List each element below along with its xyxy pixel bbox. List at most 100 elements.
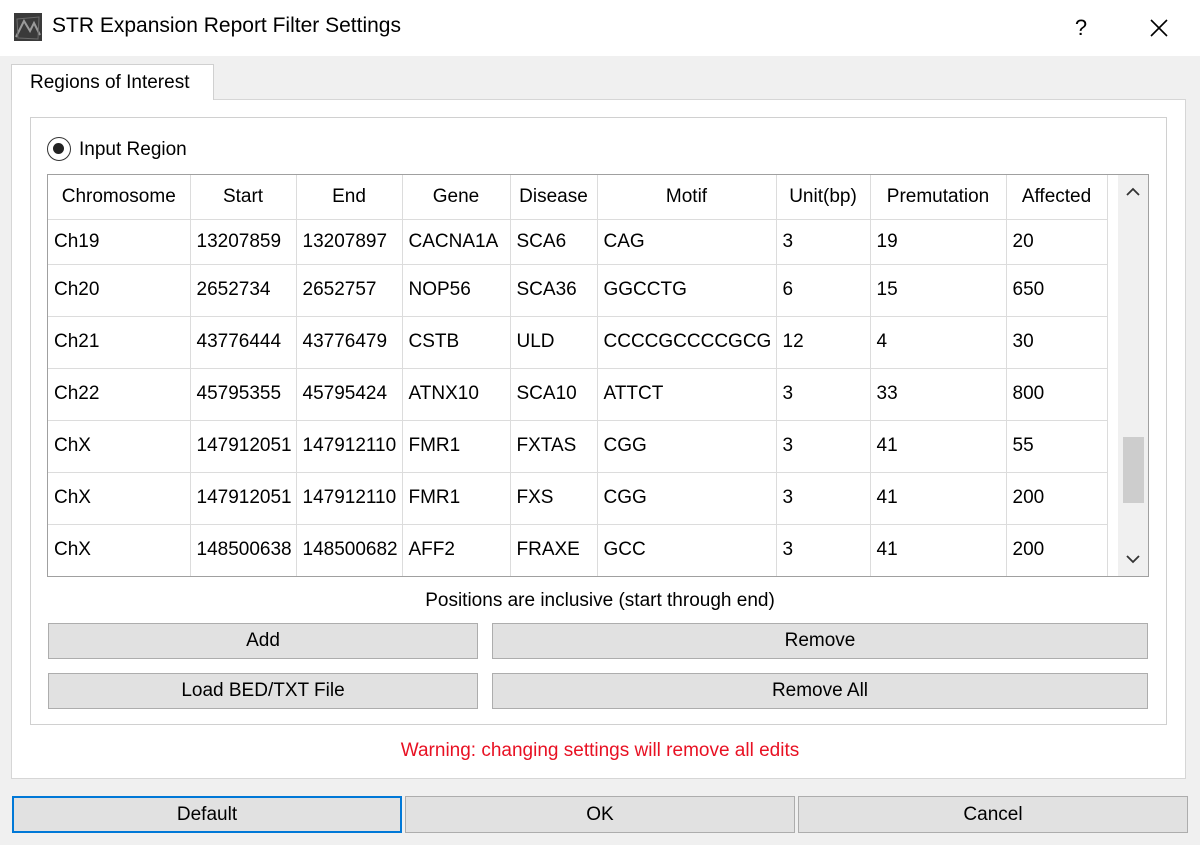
cell-end[interactable]: 147912110 xyxy=(296,420,403,473)
cell-motif[interactable]: GCC xyxy=(597,524,777,576)
cell-disease[interactable]: FXS xyxy=(510,472,598,525)
cell-end[interactable]: 147912110 xyxy=(296,472,403,525)
cell-end[interactable]: 2652757 xyxy=(296,264,403,317)
table-row[interactable]: ChX 147912051 147912110 FMR1 FXTAS CGG 3… xyxy=(48,420,1108,473)
table-row[interactable]: Ch19 13207859 13207897 CACNA1A SCA6 CAG … xyxy=(48,219,1108,265)
cell-gene[interactable]: ATNX10 xyxy=(402,368,511,421)
cell-unit[interactable]: 12 xyxy=(776,316,871,369)
cell-chromosome[interactable]: Ch22 xyxy=(48,368,191,421)
cell-end[interactable]: 43776479 xyxy=(296,316,403,369)
scroll-down-button[interactable] xyxy=(1118,542,1148,576)
title-bar: STR Expansion Report Filter Settings ? xyxy=(0,0,1200,56)
remove-all-button[interactable]: Remove All xyxy=(492,673,1148,709)
column-header-unit[interactable]: Unit(bp) xyxy=(776,175,871,220)
chevron-up-icon xyxy=(1126,187,1140,196)
cell-chromosome[interactable]: Ch19 xyxy=(48,219,191,265)
cell-premutation[interactable]: 19 xyxy=(870,219,1007,265)
cell-chromosome[interactable]: ChX xyxy=(48,524,191,576)
cell-disease[interactable]: SCA10 xyxy=(510,368,598,421)
tab-regions-of-interest[interactable]: Regions of Interest xyxy=(11,64,214,100)
column-header-gene[interactable]: Gene xyxy=(402,175,511,220)
cell-start[interactable]: 147912051 xyxy=(190,420,297,473)
cell-motif[interactable]: ATTCT xyxy=(597,368,777,421)
cell-gene[interactable]: NOP56 xyxy=(402,264,511,317)
window-title: STR Expansion Report Filter Settings xyxy=(52,14,401,37)
scroll-up-button[interactable] xyxy=(1118,175,1148,209)
table-vertical-scrollbar[interactable] xyxy=(1118,175,1148,576)
cell-motif[interactable]: CCCCGCCCCGCG xyxy=(597,316,777,369)
cell-end[interactable]: 13207897 xyxy=(296,219,403,265)
load-file-button[interactable]: Load BED/TXT File xyxy=(48,673,478,709)
cell-start[interactable]: 148500638 xyxy=(190,524,297,576)
regions-table: Chromosome Start End Gene Disease Motif … xyxy=(47,174,1149,577)
add-button[interactable]: Add xyxy=(48,623,478,659)
cell-unit[interactable]: 3 xyxy=(776,368,871,421)
column-header-start[interactable]: Start xyxy=(190,175,297,220)
cell-affected[interactable]: 200 xyxy=(1006,524,1108,576)
cell-chromosome[interactable]: ChX xyxy=(48,472,191,525)
cell-premutation[interactable]: 41 xyxy=(870,524,1007,576)
cell-chromosome[interactable]: Ch20 xyxy=(48,264,191,317)
cell-affected[interactable]: 650 xyxy=(1006,264,1108,317)
cell-motif[interactable]: CAG xyxy=(597,219,777,265)
column-header-chromosome[interactable]: Chromosome xyxy=(48,175,191,220)
cell-disease[interactable]: ULD xyxy=(510,316,598,369)
table-row[interactable]: ChX 148500638 148500682 AFF2 FRAXE GCC 3… xyxy=(48,524,1108,576)
table-row[interactable]: Ch22 45795355 45795424 ATNX10 SCA10 ATTC… xyxy=(48,368,1108,421)
cell-affected[interactable]: 20 xyxy=(1006,219,1108,265)
cell-affected[interactable]: 200 xyxy=(1006,472,1108,525)
table-header-row: Chromosome Start End Gene Disease Motif … xyxy=(48,175,1108,220)
cell-chromosome[interactable]: Ch21 xyxy=(48,316,191,369)
cell-premutation[interactable]: 33 xyxy=(870,368,1007,421)
cell-premutation[interactable]: 41 xyxy=(870,420,1007,473)
cell-motif[interactable]: GGCCTG xyxy=(597,264,777,317)
ok-button[interactable]: OK xyxy=(405,796,795,833)
cell-start[interactable]: 147912051 xyxy=(190,472,297,525)
cell-chromosome[interactable]: ChX xyxy=(48,420,191,473)
cell-end[interactable]: 45795424 xyxy=(296,368,403,421)
cell-gene[interactable]: CACNA1A xyxy=(402,219,511,265)
cell-affected[interactable]: 800 xyxy=(1006,368,1108,421)
cell-unit[interactable]: 3 xyxy=(776,472,871,525)
cell-gene[interactable]: FMR1 xyxy=(402,472,511,525)
cancel-button[interactable]: Cancel xyxy=(798,796,1188,833)
cell-gene[interactable]: AFF2 xyxy=(402,524,511,576)
cell-disease[interactable]: FRAXE xyxy=(510,524,598,576)
input-region-radio[interactable] xyxy=(47,137,71,161)
cell-gene[interactable]: FMR1 xyxy=(402,420,511,473)
cell-disease[interactable]: FXTAS xyxy=(510,420,598,473)
cell-end[interactable]: 148500682 xyxy=(296,524,403,576)
cell-gene[interactable]: CSTB xyxy=(402,316,511,369)
cell-unit[interactable]: 3 xyxy=(776,219,871,265)
cell-motif[interactable]: CGG xyxy=(597,472,777,525)
cell-affected[interactable]: 55 xyxy=(1006,420,1108,473)
help-button[interactable]: ? xyxy=(1056,0,1106,56)
scroll-thumb[interactable] xyxy=(1123,437,1144,503)
default-button[interactable]: Default xyxy=(12,796,402,833)
cell-start[interactable]: 45795355 xyxy=(190,368,297,421)
input-region-label[interactable]: Input Region xyxy=(79,139,187,161)
column-header-motif[interactable]: Motif xyxy=(597,175,777,220)
table-row[interactable]: Ch21 43776444 43776479 CSTB ULD CCCCGCCC… xyxy=(48,316,1108,369)
column-header-premutation[interactable]: Premutation xyxy=(870,175,1007,220)
table-row[interactable]: ChX 147912051 147912110 FMR1 FXS CGG 3 4… xyxy=(48,472,1108,525)
column-header-end[interactable]: End xyxy=(296,175,403,220)
cell-premutation[interactable]: 15 xyxy=(870,264,1007,317)
cell-unit[interactable]: 3 xyxy=(776,420,871,473)
remove-button[interactable]: Remove xyxy=(492,623,1148,659)
cell-premutation[interactable]: 41 xyxy=(870,472,1007,525)
cell-motif[interactable]: CGG xyxy=(597,420,777,473)
cell-disease[interactable]: SCA6 xyxy=(510,219,598,265)
cell-unit[interactable]: 3 xyxy=(776,524,871,576)
column-header-affected[interactable]: Affected xyxy=(1006,175,1108,220)
cell-start[interactable]: 43776444 xyxy=(190,316,297,369)
cell-premutation[interactable]: 4 xyxy=(870,316,1007,369)
cell-start[interactable]: 13207859 xyxy=(190,219,297,265)
close-button[interactable] xyxy=(1134,0,1184,56)
cell-start[interactable]: 2652734 xyxy=(190,264,297,317)
cell-affected[interactable]: 30 xyxy=(1006,316,1108,369)
table-row[interactable]: Ch20 2652734 2652757 NOP56 SCA36 GGCCTG … xyxy=(48,264,1108,317)
cell-unit[interactable]: 6 xyxy=(776,264,871,317)
column-header-disease[interactable]: Disease xyxy=(510,175,598,220)
cell-disease[interactable]: SCA36 xyxy=(510,264,598,317)
